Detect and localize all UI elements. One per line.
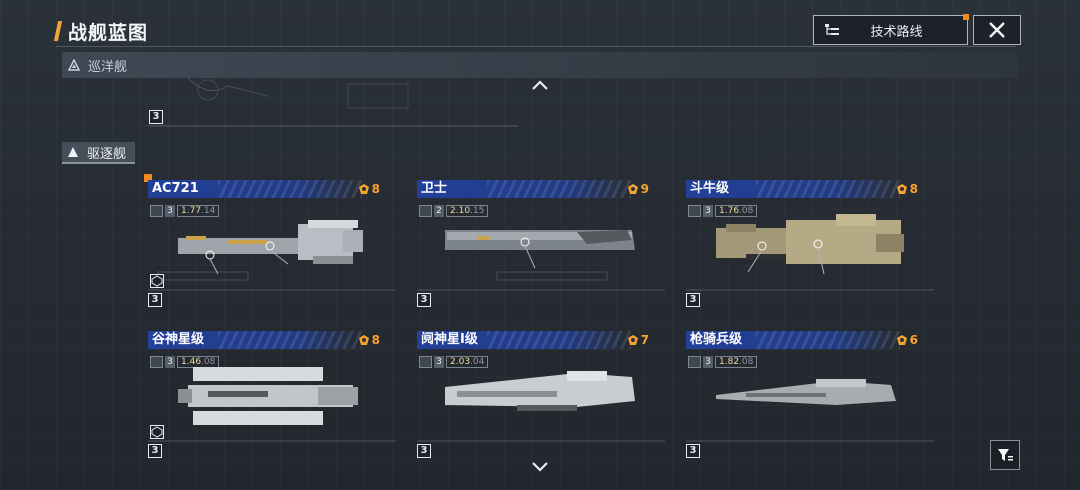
tier-value: 8 (909, 182, 918, 196)
tier-emblem-icon (358, 184, 369, 194)
header-divider (56, 46, 1016, 47)
hexagon-class-icon (151, 275, 163, 287)
cruiser-hull-badge: 3 (149, 110, 163, 124)
ship-tier: 9 (627, 181, 649, 197)
tier-value: 8 (371, 333, 380, 347)
chevron-down-icon[interactable] (531, 462, 549, 472)
cruiser-section-label: 巡洋舰 (88, 59, 128, 75)
ship-tier: 8 (896, 181, 918, 197)
hull-number-badge: 3 (686, 444, 700, 458)
tier-value: 8 (371, 182, 380, 196)
page-title: 战舰蓝图 (68, 21, 149, 44)
page-title-bar: 战舰蓝图 (53, 16, 149, 46)
tech-route-button[interactable]: 技术路线 (813, 14, 969, 45)
tech-tree-icon (825, 24, 839, 35)
ship-tier: 6 (896, 332, 918, 348)
ship-name: 斗牛级 (690, 181, 730, 196)
ship-name-strip: 斗牛级 (686, 180, 900, 198)
ship-class-badge (150, 425, 164, 439)
hull-number-badge: 3 (148, 293, 162, 307)
ship-card[interactable]: 斗牛级 8 3 1.76.08 3 (686, 180, 934, 310)
filter-button[interactable] (990, 440, 1020, 470)
filter-icon (998, 449, 1013, 461)
chevron-up-icon[interactable] (531, 80, 549, 90)
ship-card[interactable]: AC721 8 3 1.77.14 3 (148, 180, 396, 310)
ship-class-badge (150, 274, 164, 288)
destroyer-section-label: 驱逐舰 (87, 146, 127, 162)
close-button[interactable] (973, 15, 1021, 45)
ship-name-strip: 卫士 (417, 180, 631, 198)
hexagon-class-icon (151, 426, 163, 438)
ship-class-triangle-icon (68, 147, 78, 157)
ship-class-triangle-icon (68, 59, 80, 71)
ship-blueprint-art (417, 210, 665, 292)
ship-tier: 8 (358, 332, 380, 348)
ship-card[interactable]: 谷神星级 8 3 1.46.08 3 (148, 331, 396, 461)
ship-blueprint-art (148, 361, 396, 443)
ship-card[interactable]: 枪骑兵级 6 3 1.82.08 3 (686, 331, 934, 461)
ship-card[interactable]: 阋神星I级 7 3 2.03.04 3 (417, 331, 665, 461)
title-accent-bar (53, 21, 63, 41)
ship-tier: 8 (358, 181, 380, 197)
notification-dot (963, 14, 969, 20)
ship-blueprint-art (148, 210, 396, 292)
close-icon (989, 22, 1005, 38)
ship-name-strip: 阋神星I级 (417, 331, 631, 349)
destroyer-section-tab[interactable]: 驱逐舰 (62, 142, 135, 164)
tier-value: 9 (640, 182, 649, 196)
hull-number-badge: 3 (417, 293, 431, 307)
ship-name: AC721 (152, 181, 199, 196)
cruiser-blueprint-peek (148, 78, 518, 127)
ship-name: 枪骑兵级 (690, 332, 743, 347)
tech-route-label: 技术路线 (870, 24, 923, 40)
ship-tier: 7 (627, 332, 649, 348)
tier-emblem-icon (627, 184, 638, 194)
hull-number-badge: 3 (417, 444, 431, 458)
ship-blueprint-art (686, 210, 934, 292)
ship-card[interactable]: 卫士 9 2 2.10.15 3 (417, 180, 665, 310)
cruiser-section-header[interactable]: 巡洋舰 (62, 52, 1018, 78)
tier-emblem-icon (358, 335, 369, 345)
tier-value: 6 (909, 333, 918, 347)
tier-emblem-icon (896, 335, 907, 345)
ship-name-strip: 枪骑兵级 (686, 331, 900, 349)
tier-emblem-icon (627, 335, 638, 345)
hull-number-badge: 3 (686, 293, 700, 307)
ship-blueprint-art (417, 361, 665, 443)
tier-value: 7 (640, 333, 649, 347)
ship-name: 卫士 (421, 181, 448, 196)
tier-emblem-icon (896, 184, 907, 194)
hull-number-badge: 3 (148, 444, 162, 458)
ship-name-strip: 谷神星级 (148, 331, 362, 349)
ship-name: 谷神星级 (152, 332, 205, 347)
ship-name-strip: AC721 (148, 180, 362, 198)
ship-blueprint-art (686, 361, 934, 443)
ship-name: 阋神星I级 (421, 332, 478, 347)
